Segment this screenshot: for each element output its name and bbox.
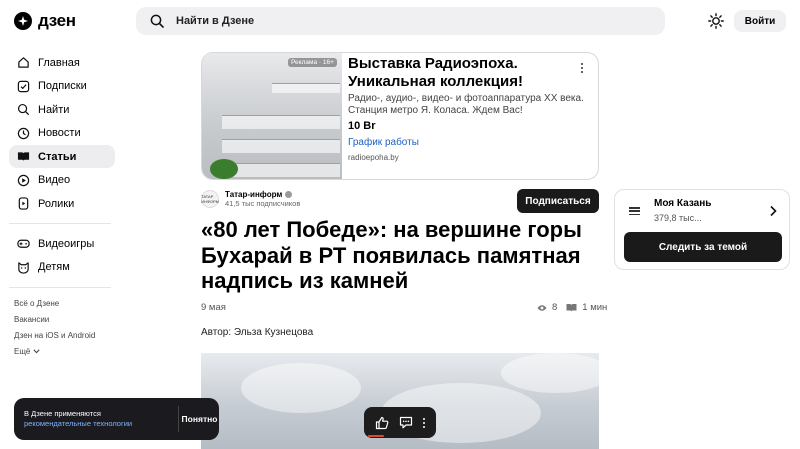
follow-topic-button[interactable]: Следить за темой	[624, 232, 782, 262]
sidebar-item-label: Статьи	[38, 150, 77, 163]
sidebar-item-label: Детям	[38, 261, 70, 273]
sidebar-item-label: Ролики	[38, 197, 75, 210]
sidebar-item-video[interactable]: Видео	[9, 169, 115, 192]
search-placeholder: Найти в Дзене	[176, 15, 255, 27]
sidebar-item-articles[interactable]: Статьи	[9, 145, 115, 168]
ad-domain: radioepoha.by	[348, 153, 399, 162]
sidebar-item-label: Главная	[38, 56, 80, 69]
menu-icon	[629, 207, 640, 215]
footer-link-more-label: Ещё	[14, 346, 31, 356]
logo[interactable]: дзен	[14, 11, 76, 31]
book-icon	[566, 304, 577, 312]
more-options-icon[interactable]	[576, 61, 588, 75]
article-date: 9 мая	[201, 302, 226, 313]
channel-name-row: Татар-информ	[225, 190, 300, 199]
sidebar: Главная Подписки Найти Новости Статьи Ви…	[9, 51, 115, 360]
video-icon	[17, 174, 30, 186]
header: дзен Найти в Дзене Войти	[0, 0, 800, 42]
search-input[interactable]: Найти в Дзене	[136, 7, 665, 35]
ad-description: Радио-, аудио-, видео- и фотоаппаратура …	[348, 93, 584, 116]
sidebar-divider	[9, 286, 111, 288]
gamepad-icon	[17, 239, 30, 248]
chevron-down-icon	[33, 349, 40, 354]
topic-title[interactable]: Моя Казань	[654, 198, 711, 209]
notice-ok-button[interactable]: Понятно	[180, 398, 219, 440]
channel-name[interactable]: Татар-информ	[225, 190, 282, 199]
sidebar-item-search[interactable]: Найти	[9, 98, 115, 121]
sidebar-item-kids[interactable]: Детям	[9, 256, 115, 279]
article-stats: 8 1 мин	[537, 302, 607, 313]
theme-toggle-icon[interactable]	[708, 13, 724, 29]
sidebar-item-label: Подписки	[38, 80, 87, 92]
sidebar-item-home[interactable]: Главная	[9, 51, 115, 74]
notice-text: В Дзене применяются рекомендательные тех…	[24, 409, 169, 429]
ad-image: Реклама · 16+	[202, 53, 342, 179]
footer-link-jobs[interactable]: Вакансии	[14, 312, 115, 328]
sidebar-item-videogames[interactable]: Видеоигры	[9, 232, 115, 255]
articles-icon	[17, 152, 30, 162]
ad-card[interactable]: Реклама · 16+ Выставка Радиоэпоха. Уника…	[201, 52, 599, 180]
ad-image-shelf	[272, 83, 340, 93]
notice-divider	[178, 406, 179, 432]
zen-logo-icon	[14, 12, 32, 30]
comment-icon[interactable]	[399, 416, 413, 429]
article-author: Автор: Эльза Кузнецова	[201, 327, 314, 338]
ad-title[interactable]: Выставка Радиоэпоха. Уникальная коллекци…	[348, 55, 568, 91]
channel-info[interactable]: ТАТАР ИНФОРМ Татар-информ 41,5 тыс подпи…	[201, 190, 300, 208]
advertiser-logo	[210, 159, 238, 179]
sidebar-item-label: Новости	[38, 127, 81, 139]
article-title: «80 лет Победе»: на вершине горы Бухарай…	[201, 217, 582, 293]
kids-icon	[18, 261, 29, 274]
ad-price: 10 Br	[348, 120, 376, 132]
footer-link-apps[interactable]: Дзен на iOS и Android	[14, 328, 115, 344]
image-cloud	[501, 353, 599, 393]
notice-link[interactable]: рекомендательные технологии	[24, 419, 132, 428]
subscribe-button[interactable]: Подписаться	[517, 189, 599, 213]
news-icon	[17, 127, 30, 139]
topic-widget: Моя Казань 379,8 тыс... Следить за темой	[614, 189, 790, 270]
ad-image-shelf	[222, 139, 340, 153]
notice-message: В Дзене применяются	[24, 409, 101, 418]
ad-schedule-link[interactable]: График работы	[348, 137, 419, 148]
ad-badge: Реклама · 16+	[288, 58, 337, 67]
channel-avatar[interactable]: ТАТАР ИНФОРМ	[201, 190, 219, 208]
reaction-bar	[364, 407, 436, 438]
ad-image-shelf	[222, 115, 340, 129]
logo-text: дзен	[38, 11, 76, 30]
recommendation-notice: В Дзене применяются рекомендательные тех…	[14, 398, 219, 440]
login-button[interactable]: Войти	[734, 10, 786, 32]
sidebar-item-news[interactable]: Новости	[9, 122, 115, 145]
topic-count: 379,8 тыс...	[654, 213, 702, 223]
footer-link-about[interactable]: Всё о Дзене	[14, 296, 115, 312]
image-cloud	[241, 363, 361, 413]
shorts-icon	[18, 197, 29, 210]
channel-subscribers: 41,5 тыс подписчиков	[225, 199, 301, 208]
home-icon	[18, 57, 29, 68]
sidebar-footer: Всё о Дзене Вакансии Дзен на iOS и Andro…	[9, 296, 115, 360]
sidebar-item-label: Видеоигры	[38, 237, 95, 250]
views-count: 8	[552, 302, 558, 313]
verified-icon	[285, 191, 293, 198]
sidebar-item-shorts[interactable]: Ролики	[9, 192, 115, 215]
more-options-icon[interactable]	[423, 417, 425, 428]
eye-icon	[537, 304, 547, 311]
read-time: 1 мин	[582, 302, 608, 313]
footer-link-more[interactable]: Ещё	[14, 344, 115, 360]
search-icon	[150, 14, 164, 28]
reaction-indicator	[368, 435, 384, 437]
like-icon[interactable]	[375, 416, 389, 430]
sidebar-divider	[9, 223, 111, 224]
sidebar-item-subscriptions[interactable]: Подписки	[9, 75, 115, 98]
ad-image-shelf	[222, 163, 340, 177]
sidebar-item-label: Видео	[38, 174, 71, 186]
chevron-right-icon[interactable]	[768, 205, 778, 217]
search-icon	[17, 103, 30, 116]
sidebar-item-label: Найти	[38, 103, 70, 116]
subscriptions-icon	[17, 80, 30, 92]
